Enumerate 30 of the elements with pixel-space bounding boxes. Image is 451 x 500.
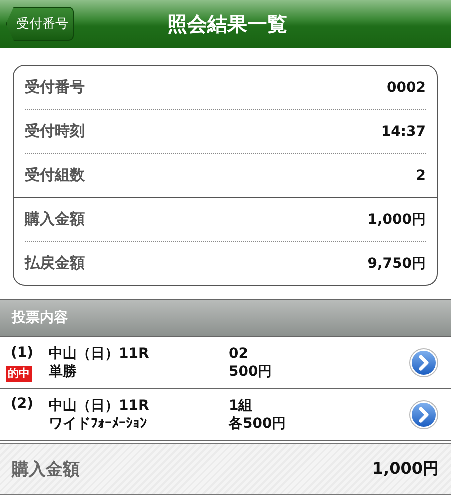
race-name: 中山（日）11R [49,344,150,362]
bet-amount: 各500円 [229,414,288,432]
field-label: 払戻金額 [25,254,85,273]
field-value: 1,000円 [368,210,426,228]
bet-number: (1) [10,344,34,362]
chevron-icon[interactable] [409,400,439,430]
back-button[interactable]: 受付番号 [6,7,74,41]
field-value: 9,750円 [368,254,426,272]
bet-row[interactable]: (2) 中山（日）11R ワイドﾌｫｰﾒｰｼｮﾝ 1組 各500円 [0,389,451,441]
field-label: 購入金額 [25,210,85,229]
race-name: 中山（日）11R [49,396,150,414]
bet-amount: 500円 [229,362,274,380]
bet-detail: 1組 [229,396,254,414]
bet-row[interactable]: (1) 的中 中山（日）11R 単勝 02 500円 [0,337,451,389]
hit-badge: 的中 [6,366,32,382]
chevron-icon[interactable] [409,348,439,378]
section-header: 投票内容 [0,299,451,337]
total-value: 1,000円 [372,458,439,480]
field-value: 0002 [387,80,426,96]
bet-type: ワイドﾌｫｰﾒｰｼｮﾝ [49,414,148,432]
bet-type: 単勝 [49,362,78,380]
page-title: 照会結果一覧 [166,10,288,38]
bet-number: (2) [10,394,34,412]
field-value: 2 [416,168,426,184]
total-label: 購入金額 [12,458,80,480]
field-label: 受付組数 [25,166,85,185]
field-label: 受付番号 [25,78,85,97]
field-label: 受付時刻 [25,122,85,141]
field-value: 14:37 [381,124,426,140]
bet-detail: 02 [229,344,250,362]
